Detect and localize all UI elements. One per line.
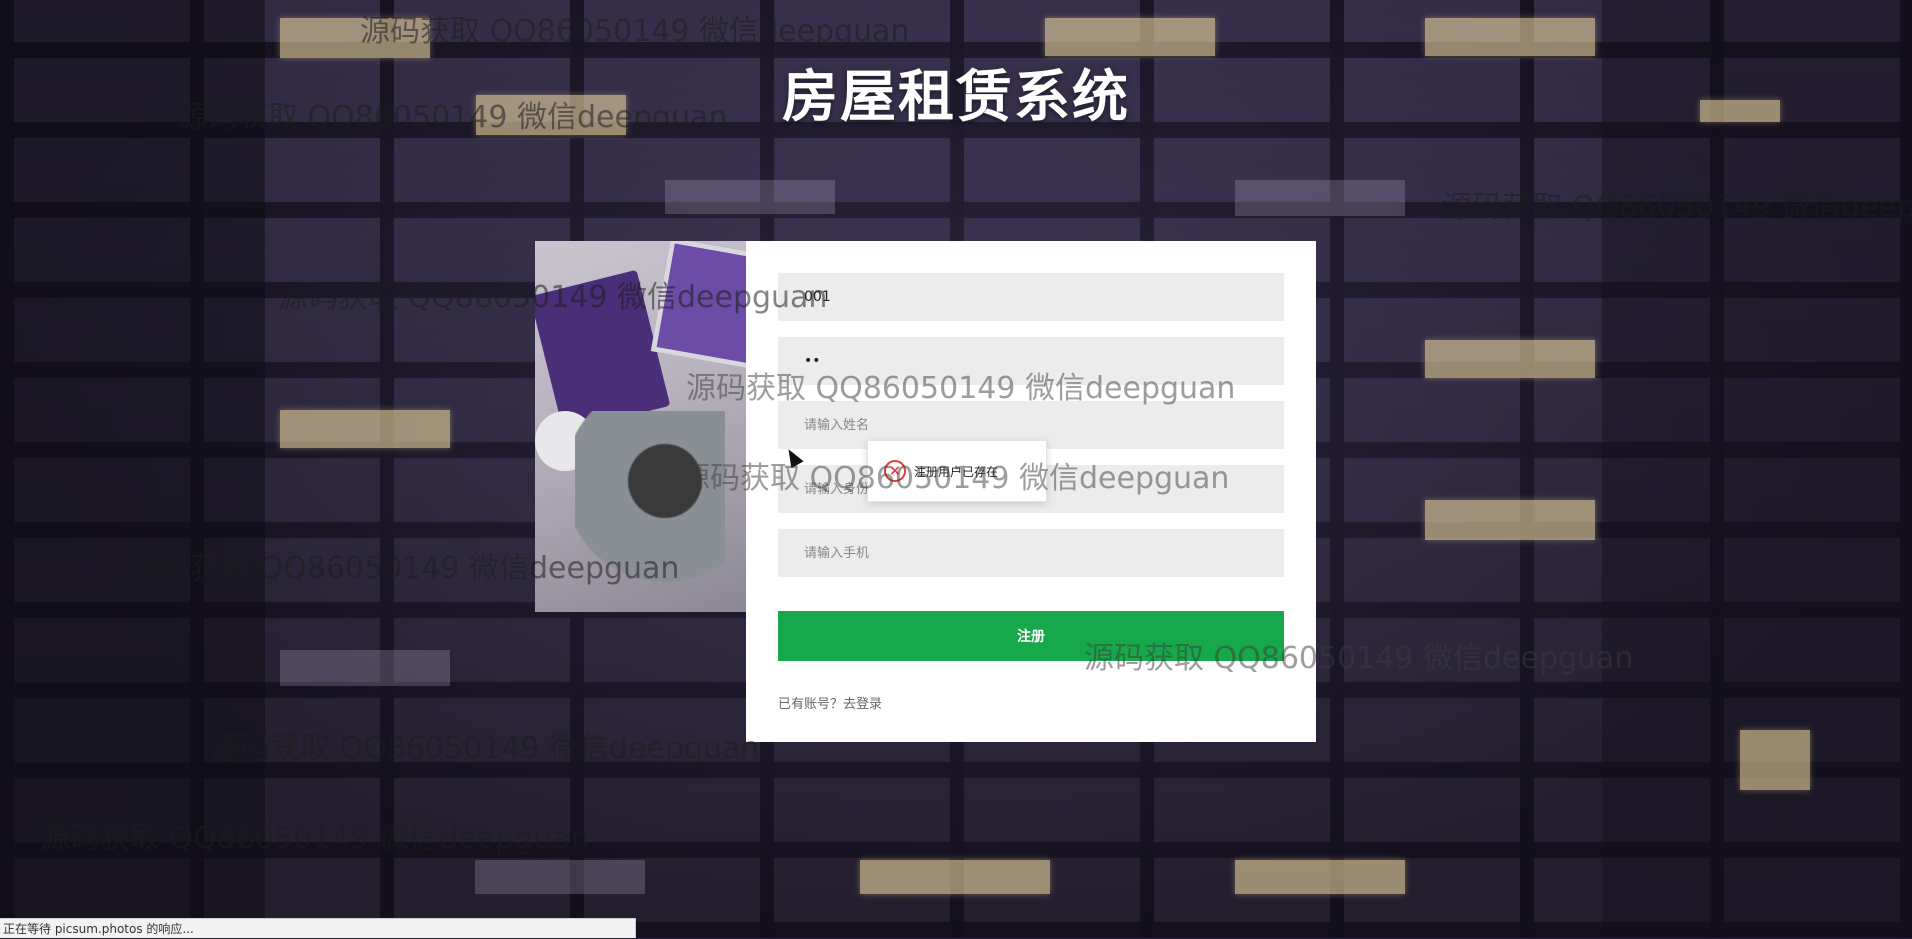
password-input[interactable] [778, 337, 1284, 385]
browser-status-bar: 正在等待 picsum.photos 的响应... [0, 918, 636, 938]
go-login-link[interactable]: 已有账号？去登录 [778, 693, 882, 712]
decorative-photo [535, 241, 746, 612]
register-button[interactable]: 注册 [778, 611, 1284, 661]
toast-message: 注册用户已存在 [914, 464, 999, 479]
error-toast: × 注册用户已存在 [867, 440, 1047, 502]
phone-input[interactable] [778, 529, 1284, 577]
account-input[interactable] [778, 273, 1284, 321]
page-title: 房屋租赁系统 [782, 65, 1130, 130]
background-left-tower [0, 0, 265, 938]
error-circle-icon: × [884, 460, 906, 482]
background-right-tower [1602, 0, 1912, 938]
